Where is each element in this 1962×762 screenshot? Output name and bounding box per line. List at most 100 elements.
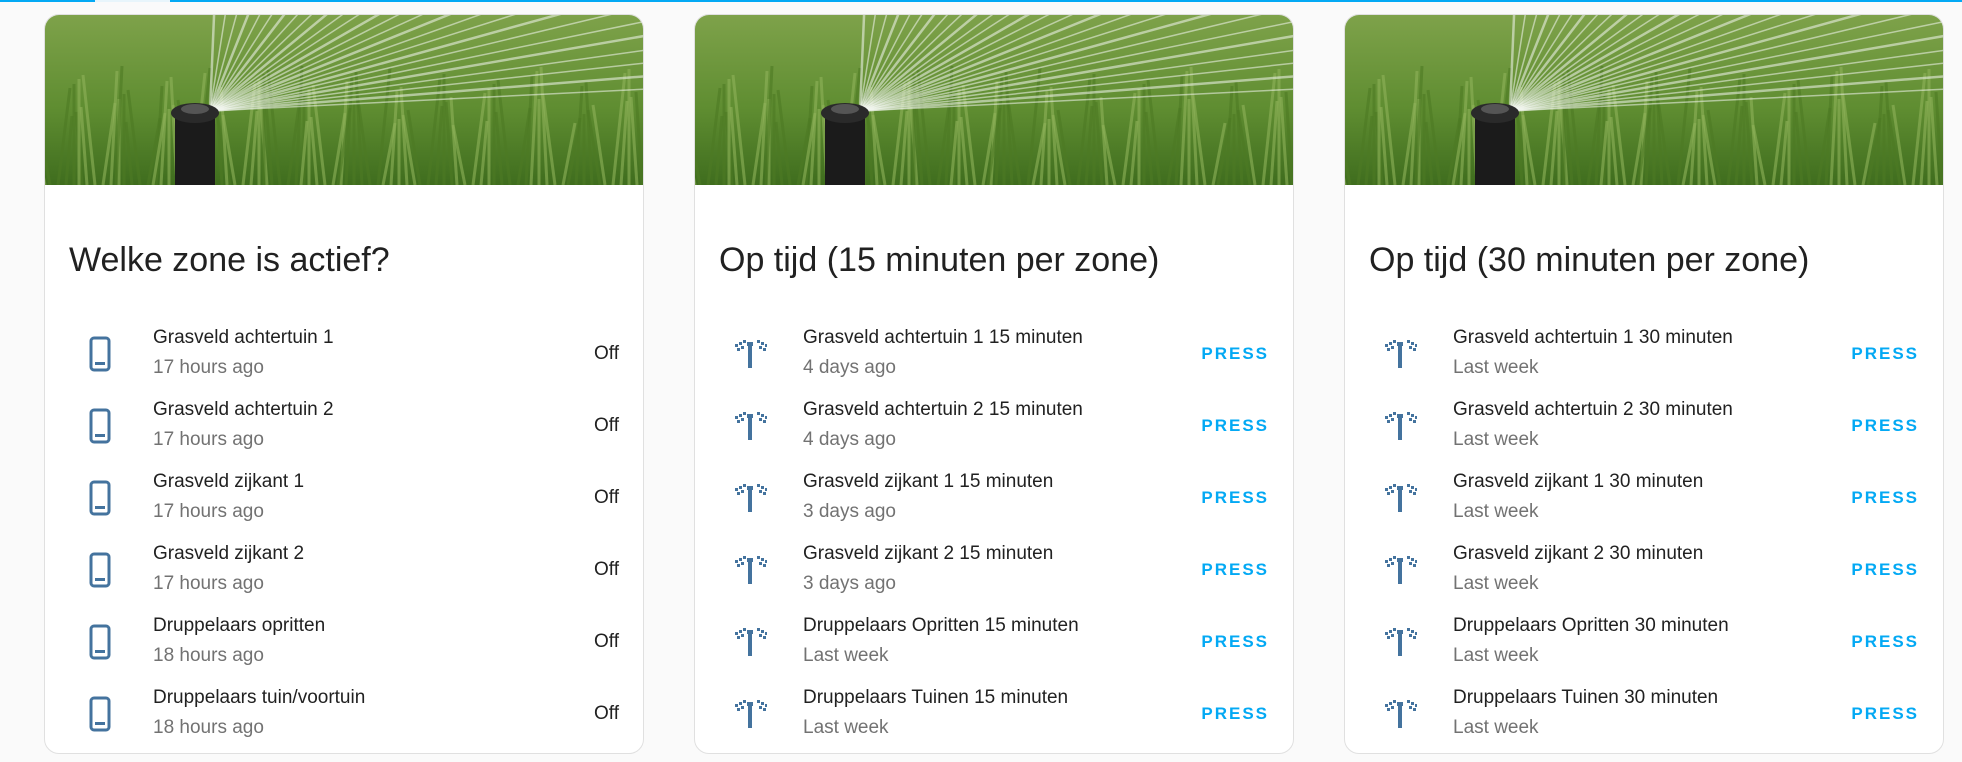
state-value: Off: [594, 703, 619, 724]
sprinkler-icon: [733, 624, 768, 660]
card-title: Op tijd (15 minuten per zone): [719, 241, 1160, 279]
last-changed: 17 hours ago: [153, 357, 264, 378]
button-entity-row[interactable]: Grasveld zijkant 2 30 minuten Last week PR…: [1345, 537, 1943, 603]
entity-name[interactable]: Grasveld achtertuin 2 30 minuten: [1453, 399, 1733, 421]
sprinkler-icon: [1383, 336, 1418, 372]
last-changed: 18 hours ago: [153, 645, 264, 666]
state-value: Off: [594, 559, 619, 580]
press-button[interactable]: PRESS: [1835, 407, 1935, 445]
button-entity-row[interactable]: Grasveld zijkant 2 15 minuten 3 days ago P…: [695, 537, 1293, 603]
sprinkler-icon: [1383, 480, 1418, 516]
button-entity-row[interactable]: Grasveld achtertuin 2 30 minuten Last wee…: [1345, 393, 1943, 459]
entity-name[interactable]: Druppelaars tuin/voortuin: [153, 687, 365, 709]
last-changed: 17 hours ago: [153, 429, 264, 450]
sprinkler-icon: [733, 552, 768, 588]
state-value: Off: [594, 415, 619, 436]
press-button[interactable]: PRESS: [1185, 335, 1285, 373]
press-button[interactable]: PRESS: [1185, 695, 1285, 733]
state-value: Off: [594, 631, 619, 652]
entity-row[interactable]: Grasveld zijkant 1 17 hours ago Off: [45, 465, 643, 531]
entity-name[interactable]: Grasveld zijkant 2: [153, 543, 304, 565]
entity-name[interactable]: Grasveld zijkant 2 15 minuten: [803, 543, 1053, 565]
press-button[interactable]: PRESS: [1185, 407, 1285, 445]
button-entity-row[interactable]: Grasveld zijkant 1 30 minuten Last week PR…: [1345, 465, 1943, 531]
entity-row[interactable]: Grasveld achtertuin 2 17 hours ago Off: [45, 393, 643, 459]
press-button[interactable]: PRESS: [1835, 335, 1935, 373]
last-changed: Last week: [803, 645, 889, 666]
last-changed: 4 days ago: [803, 429, 896, 450]
button-entity-row[interactable]: Druppelaars Tuinen 30 minuten Last week PR…: [1345, 681, 1943, 747]
entity-name[interactable]: Grasveld achtertuin 1: [153, 327, 334, 349]
state-value: Off: [594, 343, 619, 364]
press-button[interactable]: PRESS: [1185, 551, 1285, 589]
sprinkler-icon: [1383, 624, 1418, 660]
phone-icon: [83, 336, 117, 372]
phone-icon: [83, 480, 117, 516]
card-title: Op tijd (30 minuten per zone): [1369, 241, 1810, 279]
last-changed: 17 hours ago: [153, 573, 264, 594]
active-view-tab-indicator: [95, 0, 170, 2]
button-entity-row[interactable]: Druppelaars Opritten 30 minuten Last week…: [1345, 609, 1943, 675]
sprinkler-icon: [1383, 696, 1418, 732]
entity-name[interactable]: Druppelaars opritten: [153, 615, 325, 637]
button-entity-row[interactable]: Grasveld achtertuin 2 15 minuten 4 days a…: [695, 393, 1293, 459]
last-changed: Last week: [1453, 501, 1539, 522]
card-active-zone: Welke zone is actief? Grasveld achtertui…: [44, 14, 644, 754]
button-entity-row[interactable]: Grasveld achtertuin 1 30 minuten Last wee…: [1345, 321, 1943, 387]
entity-row[interactable]: Druppelaars tuin/voortuin 18 hours ago Off: [45, 681, 643, 747]
last-changed: Last week: [1453, 429, 1539, 450]
button-entity-row[interactable]: Druppelaars Tuinen 15 minuten Last week PR…: [695, 681, 1293, 747]
entity-row[interactable]: Grasveld zijkant 2 17 hours ago Off: [45, 537, 643, 603]
entity-name[interactable]: Grasveld zijkant 1 15 minuten: [803, 471, 1053, 493]
entity-name[interactable]: Grasveld achtertuin 1 15 minuten: [803, 327, 1083, 349]
sprinkler-icon: [1383, 552, 1418, 588]
card-30-minutes: Op tijd (30 minuten per zone) Grasveld a…: [1344, 14, 1944, 754]
press-button[interactable]: PRESS: [1835, 695, 1935, 733]
card-15-minutes: Op tijd (15 minuten per zone) Grasveld a…: [694, 14, 1294, 754]
entity-row[interactable]: Druppelaars opritten 18 hours ago Off: [45, 609, 643, 675]
last-changed: 17 hours ago: [153, 501, 264, 522]
button-entity-row[interactable]: Druppelaars Opritten 15 minuten Last week…: [695, 609, 1293, 675]
last-changed: 4 days ago: [803, 357, 896, 378]
press-button[interactable]: PRESS: [1835, 551, 1935, 589]
last-changed: Last week: [1453, 645, 1539, 666]
sprinkler-icon: [1383, 408, 1418, 444]
entity-name[interactable]: Grasveld achtertuin 2 15 minuten: [803, 399, 1083, 421]
sprinkler-header-image: [1345, 15, 1943, 185]
last-changed: Last week: [803, 717, 889, 738]
press-button[interactable]: PRESS: [1835, 623, 1935, 661]
sprinkler-header-image: [695, 15, 1293, 185]
last-changed: 3 days ago: [803, 501, 896, 522]
sprinkler-icon: [733, 408, 768, 444]
sprinkler-header-image: [45, 15, 643, 185]
entity-name[interactable]: Grasveld achtertuin 1 30 minuten: [1453, 327, 1733, 349]
phone-icon: [83, 624, 117, 660]
entity-name[interactable]: Grasveld achtertuin 2: [153, 399, 334, 421]
entity-name[interactable]: Grasveld zijkant 1 30 minuten: [1453, 471, 1703, 493]
press-button[interactable]: PRESS: [1185, 479, 1285, 517]
sprinkler-icon: [733, 480, 768, 516]
last-changed: 3 days ago: [803, 573, 896, 594]
press-button[interactable]: PRESS: [1835, 479, 1935, 517]
last-changed: 18 hours ago: [153, 717, 264, 738]
sprinkler-icon: [733, 336, 768, 372]
button-entity-row[interactable]: Grasveld achtertuin 1 15 minuten 4 days a…: [695, 321, 1293, 387]
entity-name[interactable]: Grasveld zijkant 2 30 minuten: [1453, 543, 1703, 565]
phone-icon: [83, 408, 117, 444]
last-changed: Last week: [1453, 357, 1539, 378]
top-accent-line: [0, 0, 1962, 2]
card-title: Welke zone is actief?: [69, 241, 390, 279]
phone-icon: [83, 696, 117, 732]
entity-name[interactable]: Grasveld zijkant 1: [153, 471, 304, 493]
phone-icon: [83, 552, 117, 588]
entity-name[interactable]: Druppelaars Opritten 15 minuten: [803, 615, 1079, 637]
last-changed: Last week: [1453, 717, 1539, 738]
entity-name[interactable]: Druppelaars Tuinen 15 minuten: [803, 687, 1068, 709]
entity-name[interactable]: Druppelaars Opritten 30 minuten: [1453, 615, 1729, 637]
last-changed: Last week: [1453, 573, 1539, 594]
entity-name[interactable]: Druppelaars Tuinen 30 minuten: [1453, 687, 1718, 709]
press-button[interactable]: PRESS: [1185, 623, 1285, 661]
entity-row[interactable]: Grasveld achtertuin 1 17 hours ago Off: [45, 321, 643, 387]
button-entity-row[interactable]: Grasveld zijkant 1 15 minuten 3 days ago P…: [695, 465, 1293, 531]
sprinkler-icon: [733, 696, 768, 732]
